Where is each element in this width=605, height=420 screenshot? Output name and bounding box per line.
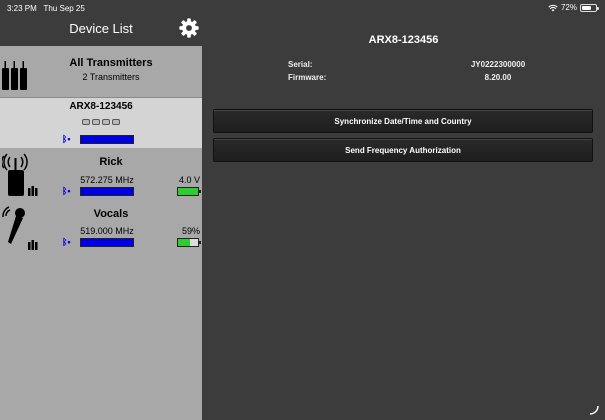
battery-label: 59% — [181, 226, 200, 236]
status-right: 72% — [548, 3, 599, 12]
send-frequency-authorization-button[interactable]: Send Frequency Authorization — [213, 138, 593, 162]
battery-indicator — [177, 187, 201, 196]
device-frequency: 572.275 MHz — [80, 175, 134, 185]
device-name: Rick — [99, 156, 123, 168]
rf-signal-bar — [80, 135, 134, 144]
sidebar-title: Device List — [69, 21, 133, 36]
gear-icon[interactable] — [178, 17, 200, 39]
bluetooth-icon: ᛒ• — [62, 237, 71, 247]
sidebar-item-device-vocals[interactable]: Vocals 519.000 MHz ᛒ• 59% — [0, 204, 202, 256]
device-name: Vocals — [93, 208, 129, 220]
firmware-value: 8.20.00 — [484, 73, 512, 82]
resize-corner-icon — [589, 405, 599, 415]
status-time: 3:23 PM Thu Sep 25 — [7, 4, 85, 13]
rf-signal-bar — [80, 238, 134, 247]
all-transmitters-count: 2 Transmitters — [82, 72, 140, 82]
serial-label: Serial: — [288, 60, 313, 69]
detail-title: ARX8-123456 — [368, 34, 439, 46]
sidebar-item-receiver[interactable]: ARX8-123456 ᛒ• — [0, 98, 202, 148]
receiver-name: ARX8-123456 — [69, 101, 133, 112]
battery-percent: 72% — [560, 3, 577, 12]
sidebar-item-all-transmitters[interactable]: All Transmitters 2 Transmitters — [0, 46, 202, 98]
rf-signal-bar — [80, 187, 134, 196]
sync-datetime-country-button[interactable]: Synchronize Date/Time and Country — [213, 109, 593, 133]
bluetooth-icon: ᛒ• — [62, 134, 71, 144]
sidebar-item-device-rick[interactable]: Rick 572.275 MHz ᛒ• 4.0 V — [0, 150, 202, 202]
battery-label: 4.0 V — [178, 175, 200, 185]
battery-indicator — [177, 238, 201, 247]
bluetooth-icon: ᛒ• — [62, 186, 71, 196]
all-transmitters-title: All Transmitters — [69, 57, 153, 69]
wifi-icon — [548, 4, 558, 11]
firmware-label: Firmware: — [288, 73, 327, 82]
link-chain-icon — [82, 119, 120, 125]
device-frequency: 519.000 MHz — [80, 226, 134, 236]
battery-icon — [580, 3, 599, 12]
serial-value: JY0222300000 — [470, 60, 526, 69]
device-list-sidebar: Device List All Transmitters 2 Transmitt… — [0, 0, 202, 420]
status-bar: 3:23 PM Thu Sep 25 72% — [0, 0, 605, 16]
